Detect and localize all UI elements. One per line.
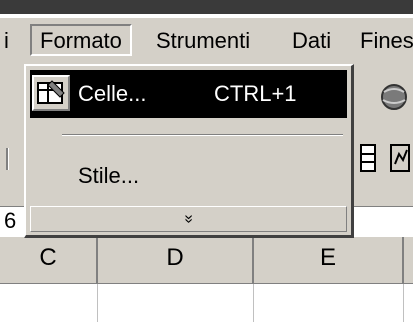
column-header-c[interactable]: C <box>0 237 98 283</box>
menu-item-finestra[interactable]: Fines <box>360 28 413 54</box>
column-headers: C D E <box>0 237 413 284</box>
gridline <box>403 284 404 322</box>
menu-item-partial[interactable]: i <box>4 28 9 54</box>
gridline <box>97 284 98 322</box>
menu-separator <box>62 134 343 136</box>
menu-item-strumenti[interactable]: Strumenti <box>156 28 250 54</box>
menu-item-celle[interactable]: Celle... CTRL+1 <box>30 70 347 118</box>
globe-icon[interactable] <box>374 80 410 114</box>
sheet-grid[interactable] <box>0 284 413 322</box>
chevron-double-down-icon: » <box>180 214 198 224</box>
menu-bar: i Formato Strumenti Dati Fines <box>0 14 413 64</box>
gridline <box>253 284 254 322</box>
format-cells-icon <box>32 75 70 111</box>
title-bar <box>0 0 413 14</box>
column-header-d[interactable]: D <box>98 237 254 283</box>
menu-item-dati[interactable]: Dati <box>292 28 331 54</box>
chart-icon[interactable] <box>388 142 412 176</box>
menu-item-stile[interactable]: Stile... <box>30 152 347 200</box>
menu-item-formato[interactable]: Formato <box>30 24 132 56</box>
column-icon[interactable] <box>358 142 378 176</box>
menu-item-celle-shortcut: CTRL+1 <box>214 81 297 106</box>
menu-item-celle-label: Celle... <box>78 81 147 106</box>
toolbar-separator <box>6 148 9 170</box>
column-header-e[interactable]: E <box>254 237 404 283</box>
menu-item-formato-label: Formato <box>40 28 122 53</box>
formato-dropdown-menu: Celle... CTRL+1 Stile... » <box>24 64 354 238</box>
menu-bar-edge <box>0 14 413 18</box>
expand-menu-button[interactable]: » <box>30 206 347 232</box>
menu-item-stile-label: Stile... <box>78 163 140 188</box>
